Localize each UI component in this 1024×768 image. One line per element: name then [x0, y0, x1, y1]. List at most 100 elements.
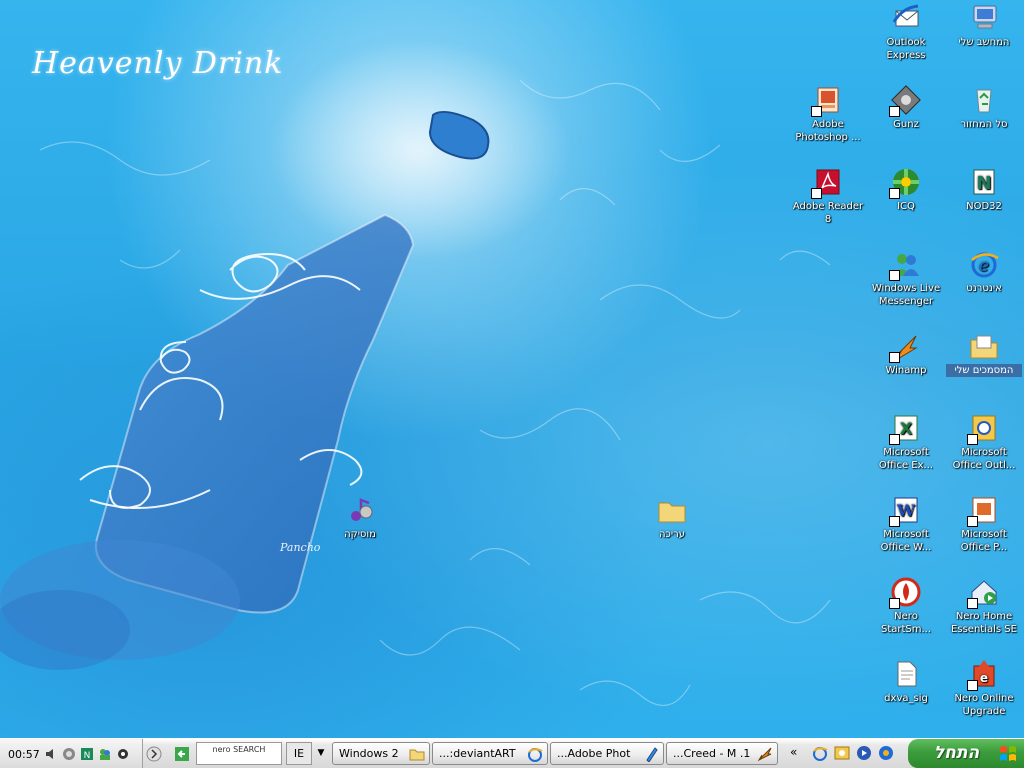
start-button[interactable]: התחל: [908, 739, 1024, 768]
media-player-icon[interactable]: [856, 745, 872, 761]
desktop-icon-recycle-bin[interactable]: סל המחזור: [946, 84, 1022, 131]
desktop-icon-label: אינטרנט: [966, 283, 1002, 294]
desktop-icon-nero-startsmart[interactable]: Nero StartSm...: [868, 576, 944, 636]
music-icon: [344, 494, 376, 526]
task-button-deviantart[interactable]: ...:deviantART: [432, 742, 548, 765]
outlook-express-icon: [890, 2, 922, 34]
nod32-icon: N: [968, 166, 1000, 198]
desktop-icon-label: Microsoft Office W...: [880, 529, 932, 553]
back-arrow-icon[interactable]: [174, 746, 190, 762]
desktop-icon-ms-excel[interactable]: X Microsoft Office Ex...: [868, 412, 944, 472]
desktop-icon-windows-live-messenger[interactable]: Windows Live Messenger: [868, 248, 944, 308]
desktop-icon-ms-powerpoint[interactable]: Microsoft Office P...: [946, 494, 1022, 554]
windows-logo-icon: [1000, 746, 1016, 761]
desktop-icon-label: Outlook Express: [886, 37, 926, 61]
desktop-icon-label: Nero Home Essentials SE: [951, 611, 1017, 635]
desktop-icon-ms-word[interactable]: W Microsoft Office W...: [868, 494, 944, 554]
internet-icon: e: [968, 248, 1000, 280]
desktop-icon-my-documents[interactable]: המסמכים שלי: [946, 330, 1022, 377]
outlook-icon[interactable]: [834, 745, 850, 761]
desktop-icon-winamp[interactable]: Winamp: [868, 330, 944, 377]
desktop-icon-outlook-express[interactable]: Outlook Express: [868, 2, 944, 62]
ms-outlook-icon: [967, 412, 1000, 445]
gunz-icon: [889, 84, 922, 117]
task-button-label: ...:deviantART: [439, 747, 516, 760]
chevron-down-icon[interactable]: ▼: [314, 742, 328, 765]
svg-text:e: e: [979, 256, 989, 276]
desktop-icon-label: Microsoft Office P...: [960, 529, 1008, 553]
gear-icon[interactable]: [116, 747, 130, 761]
icq-icon: [889, 166, 922, 199]
desktop-icon-label: dxva_sig: [884, 693, 928, 704]
ie-toolbar-button[interactable]: IE: [286, 742, 312, 765]
desktop-icon-nero-online-upgrade[interactable]: e Nero Online Upgrade: [946, 658, 1022, 718]
desktop-icon-label: ICQ: [897, 201, 915, 212]
task-button-label: ...Adobe Phot: [557, 747, 631, 760]
nero-startsmart-icon: [889, 576, 922, 609]
desktop-icon-my-computer[interactable]: המחשב שלי: [946, 2, 1022, 49]
svg-text:e: e: [980, 671, 988, 685]
winamp-icon: [889, 330, 922, 363]
nero-search-bar[interactable]: nero SEARCH: [196, 742, 282, 765]
desktop-icon-adobe-reader[interactable]: Adobe Reader 8: [790, 166, 866, 226]
desktop-icon-label: מוסיקה: [344, 529, 376, 540]
photoshop-icon: [646, 747, 658, 762]
desktop-icon-gunz[interactable]: Gunz: [868, 84, 944, 131]
svg-text:X: X: [900, 419, 913, 438]
quick-launch: «: [780, 739, 906, 768]
ms-word-icon: W: [889, 494, 922, 527]
desktop-icon-label: עריכה: [659, 529, 685, 540]
my-computer-icon: [968, 2, 1000, 34]
desktop-icon-nod32[interactable]: N NOD32: [946, 166, 1022, 213]
taskbar: 00:57 N nero SEARCH IE ▼ Windows 2 ...:d…: [0, 738, 1024, 768]
wallpaper-signature: Pancho: [280, 541, 321, 554]
desktop-icon-dxva-sig[interactable]: dxva_sig: [868, 658, 944, 705]
desktop-icon-label: המחשב שלי: [958, 37, 1010, 48]
winamp-icon: [757, 747, 772, 762]
desktop-icon-label: Microsoft Office Ex...: [878, 447, 934, 471]
folder-icon: [409, 749, 425, 761]
clock[interactable]: 00:57: [8, 748, 40, 761]
task-button-label: Windows 2: [339, 747, 399, 760]
expand-tray-icon[interactable]: [146, 746, 162, 762]
desktop-icon-label: NOD32: [966, 201, 1002, 212]
recycle-bin-icon: [968, 84, 1000, 116]
desktop-icon-adobe-photoshop[interactable]: Adobe Photoshop ...: [790, 84, 866, 144]
nero-online-upgrade-icon: e: [967, 658, 1000, 691]
task-button-windows[interactable]: Windows 2: [332, 742, 430, 765]
task-button-label: ...Creed - M .1: [673, 747, 751, 760]
desktop-icon-icq[interactable]: ICQ: [868, 166, 944, 213]
task-button-winamp[interactable]: ...Creed - M .1: [666, 742, 778, 765]
folder-icon: [656, 494, 688, 526]
desktop-icon-label: Nero Online Upgrade: [954, 693, 1014, 717]
desktop-icon-label: Microsoft Office Outl...: [952, 447, 1016, 471]
dxva-sig-icon: [890, 658, 922, 690]
desktop[interactable]: Heavenly Drink Pancho המחשב שלי Outlook …: [0, 0, 1024, 738]
wallpaper-title: Heavenly Drink: [32, 46, 284, 81]
ie-icon: [528, 748, 543, 762]
start-button-label: התחל: [934, 743, 980, 763]
desktop-icon-editing-folder[interactable]: עריכה: [634, 494, 710, 541]
desktop-icon-internet[interactable]: e אינטרנט: [946, 248, 1022, 295]
nod32-tray-icon[interactable]: N: [80, 747, 94, 761]
desktop-icon-label: Windows Live Messenger: [871, 283, 941, 307]
adobe-reader-icon: [811, 166, 844, 199]
network-icon[interactable]: [62, 747, 76, 761]
messenger-tray-icon[interactable]: [98, 747, 112, 761]
desktop-icon-label: Adobe Photoshop ...: [795, 119, 861, 143]
ms-excel-icon: X: [889, 412, 922, 445]
ms-powerpoint-icon: [967, 494, 1000, 527]
desktop-icon-label: סל המחזור: [960, 119, 1008, 130]
desktop-icon-music[interactable]: מוסיקה: [322, 494, 398, 541]
task-button-adobe-photoshop[interactable]: ...Adobe Phot: [550, 742, 664, 765]
ie-icon[interactable]: [812, 745, 828, 761]
quick-launch-expand[interactable]: «: [790, 745, 797, 759]
desktop-icon-label: Gunz: [893, 119, 919, 130]
sound-icon[interactable]: [44, 747, 58, 761]
desktop-icon-ms-outlook[interactable]: Microsoft Office Outl...: [946, 412, 1022, 472]
adobe-photoshop-icon: [811, 84, 844, 117]
system-tray: 00:57 N: [0, 739, 143, 768]
my-documents-icon: [968, 330, 1000, 362]
show-desktop-icon[interactable]: [878, 745, 894, 761]
desktop-icon-nero-home[interactable]: Nero Home Essentials SE: [946, 576, 1022, 636]
